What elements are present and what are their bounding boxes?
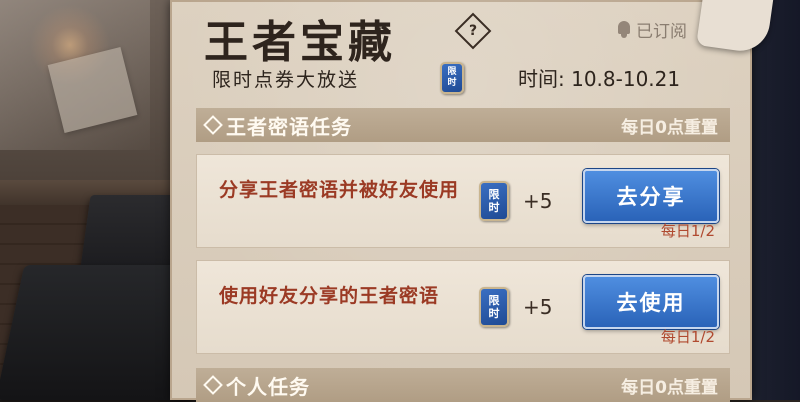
task-card: 使用好友分享的王者密语 限 时 +5 去使用 每日1/2 xyxy=(196,260,730,354)
event-subtitle: 限时点券大放送 xyxy=(212,69,360,91)
limited-ticket-icon: 限 时 xyxy=(440,62,464,94)
section-reset-note: 每日0点重置 xyxy=(621,117,718,138)
limited-ticket-icon: 限 时 xyxy=(479,287,509,327)
subscribe-label: 已订阅 xyxy=(636,21,687,42)
ticket-char-1: 限 xyxy=(488,294,500,307)
bell-icon xyxy=(616,20,632,38)
diamond-icon xyxy=(203,115,223,135)
task-description: 分享王者密语并被好友使用 xyxy=(219,179,460,201)
task-reward: +5 xyxy=(523,189,553,213)
task-description: 使用好友分享的王者密语 xyxy=(219,285,440,307)
task-card: 分享王者密语并被好友使用 限 时 +5 去分享 每日1/2 xyxy=(196,154,730,248)
ticket-char-1: 限 xyxy=(488,188,500,201)
section-title-text: 王者密语任务 xyxy=(226,114,352,139)
limited-ticket-icon: 限 时 xyxy=(479,181,509,221)
share-button[interactable]: 去分享 xyxy=(583,169,719,223)
task-reward: +5 xyxy=(523,295,553,319)
ticket-char-1: 限 xyxy=(447,67,457,77)
task-progress: 每日1/2 xyxy=(660,328,715,346)
use-button[interactable]: 去使用 xyxy=(583,275,719,329)
section-title-text: 个人任务 xyxy=(226,374,310,399)
diamond-icon xyxy=(203,375,223,395)
question-mark-icon: ? xyxy=(468,23,478,39)
ticket-char-2: 时 xyxy=(488,201,500,214)
section-header-secret-tasks: 王者密语任务 每日0点重置 xyxy=(196,108,730,142)
section-title: 王者密语任务 xyxy=(203,111,352,140)
section-reset-note: 每日0点重置 xyxy=(621,377,718,398)
page-title: 王者宝藏 xyxy=(204,17,396,68)
ticket-char-2: 时 xyxy=(447,78,457,88)
subscribe-status[interactable]: 已订阅 xyxy=(616,15,687,43)
treasure-panel: 王者宝藏 ? 已订阅 限时点券大放送 限 时 时间: 10.8-10.21 王者… xyxy=(170,0,752,402)
task-progress: 每日1/2 xyxy=(660,222,715,240)
event-time: 时间: 10.8-10.21 xyxy=(518,67,681,91)
section-header-personal-tasks: 个人任务 每日0点重置 xyxy=(196,368,730,402)
section-title: 个人任务 xyxy=(203,371,310,400)
ticket-char-2: 时 xyxy=(488,307,500,320)
help-button[interactable]: ? xyxy=(454,12,492,50)
